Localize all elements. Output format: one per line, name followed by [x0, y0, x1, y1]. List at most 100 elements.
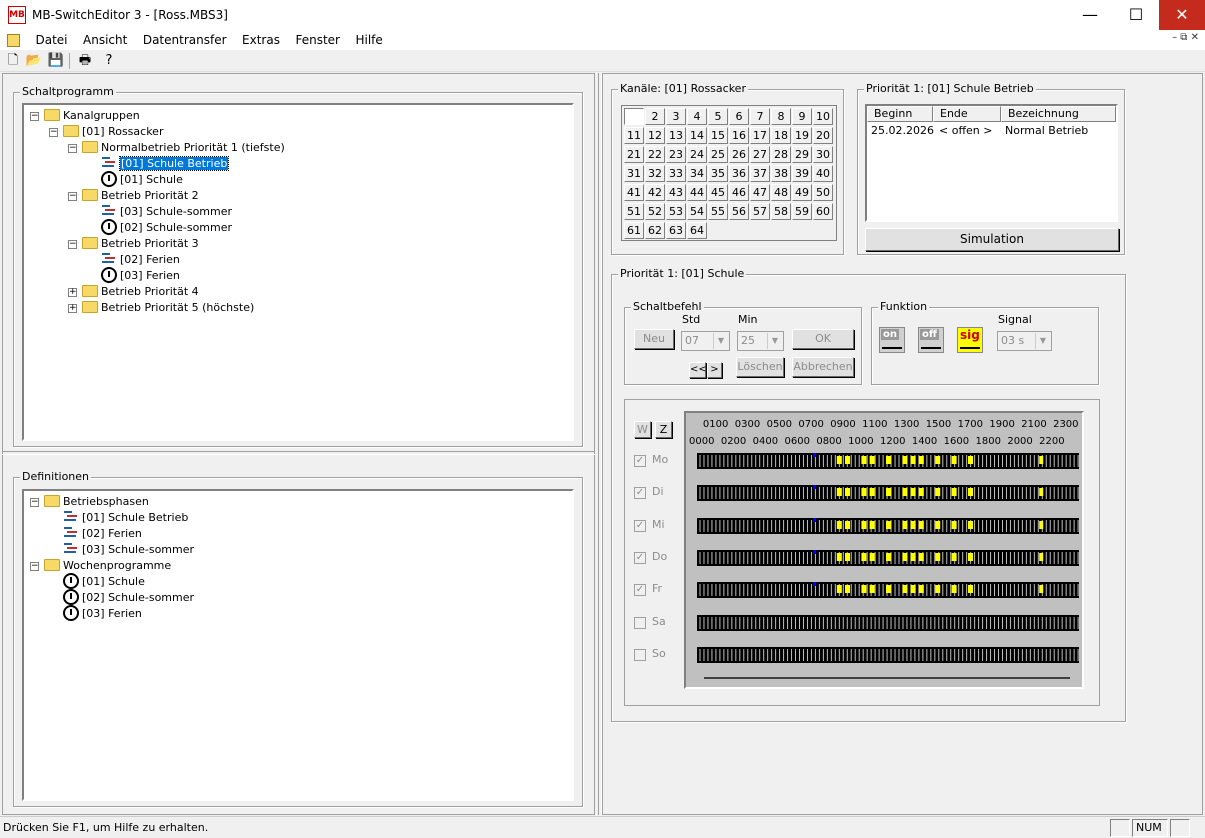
column-header-beginn[interactable]: Beginn: [867, 106, 933, 122]
minimize-button[interactable]: —: [1067, 0, 1113, 30]
channel-button[interactable]: 51: [624, 203, 644, 220]
channel-button[interactable]: 49: [792, 184, 812, 201]
collapse-icon[interactable]: −: [49, 128, 58, 137]
collapse-icon[interactable]: −: [68, 240, 77, 249]
tree-item[interactable]: [01] Rossacker: [63, 124, 163, 140]
collapse-icon[interactable]: −: [30, 562, 39, 571]
channel-button[interactable]: 5: [708, 108, 728, 125]
channel-button[interactable]: 60: [813, 203, 833, 220]
channel-button[interactable]: 56: [729, 203, 749, 220]
tree-item[interactable]: Betriebsphasen: [44, 494, 149, 510]
channel-button[interactable]: 44: [687, 184, 707, 201]
channel-button[interactable]: 20: [813, 127, 833, 144]
definitionen-tree[interactable]: − Betriebsphasen [01] Schule Betrieb [02] F…: [22, 489, 574, 801]
column-header-ende[interactable]: Ende: [933, 106, 1001, 122]
channel-button[interactable]: 53: [666, 203, 686, 220]
channel-button[interactable]: 37: [750, 165, 770, 182]
mdi-window-controls[interactable]: – ⧉ ✕: [1172, 32, 1199, 43]
channel-button[interactable]: 48: [771, 184, 791, 201]
neu-button[interactable]: Neu: [634, 329, 674, 349]
channel-button[interactable]: 42: [645, 184, 665, 201]
channel-button[interactable]: 29: [792, 146, 812, 163]
week-timeline[interactable]: 0100 0300 0500 0700 0900 1100 1300 1500 1700 1900…: [684, 411, 1084, 689]
on-function-button[interactable]: on: [879, 327, 905, 353]
abbrechen-button[interactable]: Abbrechen: [792, 357, 854, 377]
ok-button[interactable]: OK: [792, 329, 854, 349]
channel-button[interactable]: 34: [687, 165, 707, 182]
tree-item[interactable]: [01] Schule Betrieb: [101, 156, 230, 172]
channel-button[interactable]: 14: [687, 127, 707, 144]
channel-button[interactable]: 8: [771, 108, 791, 125]
expand-icon[interactable]: +: [68, 304, 77, 313]
tree-item[interactable]: Betrieb Priorität 3: [82, 236, 199, 252]
open-folder-icon[interactable]: 📂: [25, 52, 43, 70]
phase-row-ende[interactable]: < offen >: [939, 123, 992, 138]
tree-item[interactable]: Betrieb Priorität 2: [82, 188, 199, 204]
tree-item[interactable]: [03] Ferien: [63, 605, 142, 622]
channel-button[interactable]: 22: [645, 146, 665, 163]
close-button[interactable]: ✕: [1159, 0, 1205, 30]
channel-button[interactable]: 55: [708, 203, 728, 220]
channel-button[interactable]: 46: [729, 184, 749, 201]
tree-item[interactable]: [03] Schule-sommer: [63, 542, 194, 558]
tree-item[interactable]: [02] Schule-sommer: [63, 589, 194, 606]
tree-item[interactable]: Betrieb Priorität 5 (höchste): [82, 300, 254, 316]
channel-button[interactable]: 33: [666, 165, 686, 182]
channel-button[interactable]: 16: [729, 127, 749, 144]
channel-button[interactable]: 7: [750, 108, 770, 125]
sig-function-button[interactable]: sig: [957, 327, 983, 353]
day-bar[interactable]: [697, 517, 1079, 534]
channel-button[interactable]: 19: [792, 127, 812, 144]
horizontal-splitter[interactable]: [2, 451, 595, 455]
tree-item[interactable]: Normalbetrieb Priorität 1 (tiefste): [82, 140, 285, 156]
channel-button[interactable]: 62: [645, 222, 665, 239]
channel-button[interactable]: 40: [813, 165, 833, 182]
channel-button[interactable]: 2: [645, 108, 665, 125]
phase-list[interactable]: Beginn Ende Bezeichnung 25.02.2026 < off…: [865, 104, 1118, 222]
tree-item[interactable]: [01] Schule: [63, 573, 145, 590]
day-bar[interactable]: [697, 549, 1079, 566]
signal-select[interactable]: 03 s ▼: [997, 331, 1052, 351]
day-bar[interactable]: [697, 582, 1079, 599]
channel-button[interactable]: 31: [624, 165, 644, 182]
loeschen-button[interactable]: Löschen: [736, 357, 784, 377]
menu-datentransfer[interactable]: Datentransfer: [137, 30, 233, 50]
day-checkbox[interactable]: [634, 648, 646, 661]
channel-button[interactable]: 15: [708, 127, 728, 144]
phase-row-bezeichnung[interactable]: Normal Betrieb: [1005, 123, 1088, 138]
channel-button[interactable]: 9: [792, 108, 812, 125]
menu-datei[interactable]: Datei: [30, 30, 74, 50]
timeline-scrollbar[interactable]: [704, 677, 1070, 679]
day-bar[interactable]: [697, 453, 1079, 469]
channel-button[interactable]: 21: [624, 146, 644, 163]
channel-button[interactable]: 57: [750, 203, 770, 220]
channel-button[interactable]: 23: [666, 146, 686, 163]
channel-button[interactable]: 30: [813, 146, 833, 163]
maximize-button[interactable]: ☐: [1113, 0, 1159, 30]
day-checkbox[interactable]: ✓: [634, 455, 646, 467]
channel-button[interactable]: 10: [813, 108, 833, 125]
channel-button[interactable]: 17: [750, 127, 770, 144]
channel-button[interactable]: 36: [729, 165, 749, 182]
day-bar[interactable]: [697, 614, 1079, 631]
channel-button[interactable]: 54: [687, 203, 707, 220]
tree-item[interactable]: [02] Ferien: [63, 526, 142, 542]
channel-button[interactable]: [624, 108, 644, 125]
print-icon[interactable]: 🖶: [76, 52, 94, 70]
channel-button[interactable]: 25: [708, 146, 728, 163]
expand-icon[interactable]: +: [68, 288, 77, 297]
day-checkbox[interactable]: [634, 616, 646, 629]
channel-button[interactable]: 18: [771, 127, 791, 144]
tree-item[interactable]: Kanalgruppen: [44, 108, 140, 124]
channel-button[interactable]: 24: [687, 146, 707, 163]
channel-button[interactable]: 13: [666, 127, 686, 144]
channel-button[interactable]: 58: [771, 203, 791, 220]
day-bar[interactable]: [697, 485, 1079, 502]
channel-button[interactable]: 6: [729, 108, 749, 125]
save-disk-icon[interactable]: 💾: [47, 52, 65, 70]
collapse-icon[interactable]: −: [68, 144, 77, 153]
channel-button[interactable]: 35: [708, 165, 728, 182]
channel-button[interactable]: 11: [624, 127, 644, 144]
menu-ansicht[interactable]: Ansicht: [77, 30, 133, 50]
channel-button[interactable]: 26: [729, 146, 749, 163]
